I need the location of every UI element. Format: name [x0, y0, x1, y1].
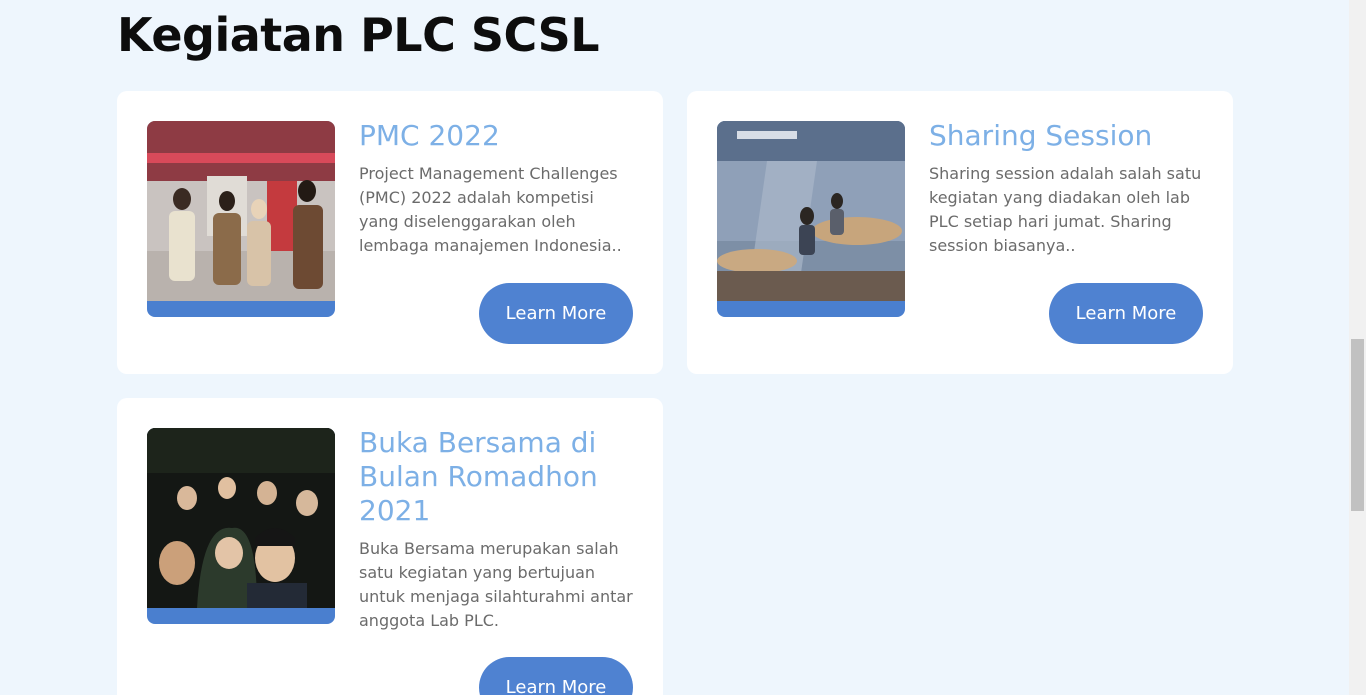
learn-more-button[interactable]: Learn More: [479, 283, 633, 344]
activity-card-buka-bersama: Buka Bersama di Bulan Romadhon 2021 Buka…: [117, 398, 663, 695]
scrollbar-thumb[interactable]: [1351, 339, 1364, 511]
card-title: PMC 2022: [359, 119, 500, 152]
card-description: Project Management Challenges (PMC) 2022…: [359, 164, 622, 255]
learn-more-button[interactable]: Learn More: [479, 657, 633, 695]
activity-image-sharing-session: [717, 121, 905, 317]
night-group-photo: [147, 428, 335, 608]
section-title: Kegiatan PLC SCSL: [117, 8, 600, 62]
group-photo-pmc: [147, 121, 335, 301]
card-description: Sharing session adalah salah satu kegiat…: [929, 164, 1202, 255]
activity-card-pmc: PMC 2022 Project Management Challenges (…: [117, 91, 663, 374]
vertical-scrollbar[interactable]: [1349, 0, 1366, 695]
learn-more-button[interactable]: Learn More: [1049, 283, 1203, 344]
meeting-room-photo: [717, 121, 905, 301]
page: Kegiatan PLC SCSL PMC 2022 Project Manag…: [0, 0, 1366, 695]
activity-card-sharing-session: Sharing Session Sharing session adalah s…: [687, 91, 1233, 374]
activity-image-pmc: [147, 121, 335, 317]
activity-image-buka-bersama: [147, 428, 335, 624]
card-title: Sharing Session: [929, 119, 1153, 152]
card-description: Buka Bersama merupakan salah satu kegiat…: [359, 539, 633, 630]
card-title: Buka Bersama di Bulan Romadhon 2021: [359, 426, 598, 527]
